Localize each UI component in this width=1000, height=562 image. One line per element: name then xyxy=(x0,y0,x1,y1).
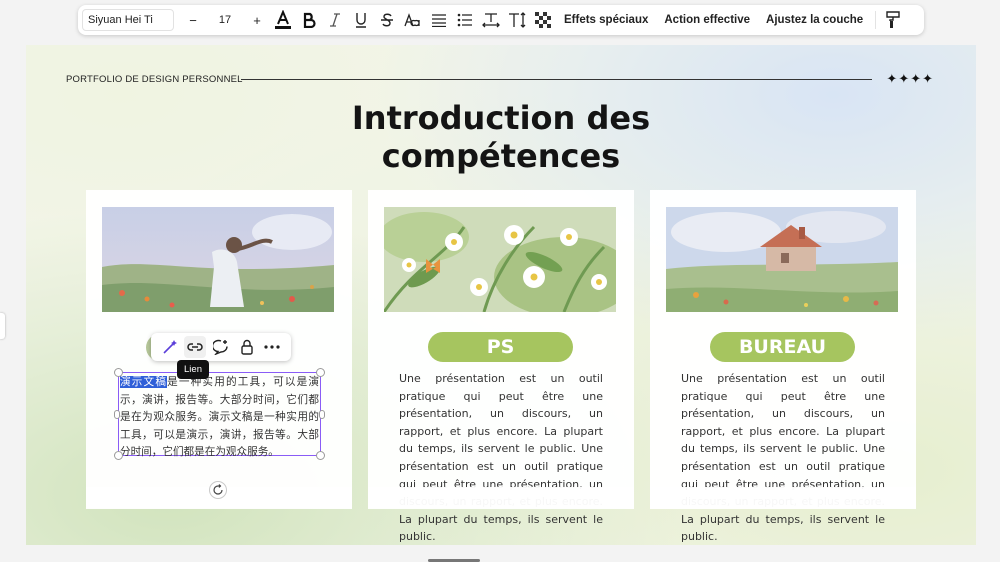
more-options-icon[interactable] xyxy=(261,336,283,358)
resize-handle-top-right[interactable] xyxy=(316,368,325,377)
slide-header: PORTFOLIO DE DESIGN PERSONNEL ✦✦✦✦ xyxy=(66,71,934,87)
italic-icon[interactable] xyxy=(322,8,348,32)
font-size-increase-button[interactable]: + xyxy=(244,8,270,32)
text-format-toolbar: Siyuan Hei Ti − 17 + Effets spéciaux Act… xyxy=(78,5,924,35)
highlighted-text[interactable]: 演示文稿 xyxy=(120,376,168,388)
text-remainder[interactable]: 是一种实用的工具，可以是演示，演讲，报告等。大部分时间，它们都是在为观众服务。演… xyxy=(120,376,319,458)
slide-title[interactable]: Introduction des compétences xyxy=(201,99,801,175)
resize-handle-top-left[interactable] xyxy=(114,368,123,377)
magic-wand-icon[interactable] xyxy=(159,336,181,358)
resize-handle-bottom-left[interactable] xyxy=(114,451,123,460)
transparency-icon[interactable] xyxy=(530,8,556,32)
effective-action-button[interactable]: Action effective xyxy=(656,14,758,26)
letter-spacing-icon[interactable] xyxy=(478,8,504,32)
title-line-1: Introduction des xyxy=(351,99,651,137)
title-line-2: compétences xyxy=(381,137,621,175)
format-painter-icon[interactable] xyxy=(880,8,906,32)
list-icon[interactable] xyxy=(452,8,478,32)
text-color-icon[interactable] xyxy=(270,8,296,32)
change-case-icon[interactable] xyxy=(400,8,426,32)
font-family-select[interactable]: Siyuan Hei Ti xyxy=(82,9,174,31)
lock-icon[interactable] xyxy=(236,336,258,358)
slide-canvas[interactable]: PORTFOLIO DE DESIGN PERSONNEL ✦✦✦✦ Intro… xyxy=(26,45,976,545)
link-icon[interactable] xyxy=(184,336,207,358)
line-spacing-icon[interactable] xyxy=(504,8,530,32)
card-image-cottage[interactable] xyxy=(666,207,898,312)
selected-text-box[interactable]: 演示文稿是一种实用的工具，可以是演示，演讲，报告等。大部分时间，它们都是在为观众… xyxy=(114,368,325,460)
skill-badge-bureau[interactable]: BUREAU xyxy=(710,332,855,362)
text-selection-toolbar xyxy=(151,333,291,361)
add-comment-icon[interactable] xyxy=(210,336,232,358)
card-description[interactable]: Une présentation est un outil pratique q… xyxy=(399,370,603,545)
sparkle-icon: ✦✦✦✦ xyxy=(886,71,934,87)
adjust-layer-button[interactable]: Ajustez la couche xyxy=(758,14,871,26)
font-size-input[interactable]: 17 xyxy=(206,14,244,26)
strikethrough-icon[interactable] xyxy=(374,8,400,32)
card-bottom-edge xyxy=(650,487,916,509)
resize-handle-bottom-right[interactable] xyxy=(316,451,325,460)
font-size-decrease-button[interactable]: − xyxy=(180,8,206,32)
special-effects-button[interactable]: Effets spéciaux xyxy=(556,14,656,26)
resize-handle-right[interactable] xyxy=(319,410,325,419)
card-description-editing[interactable]: 演示文稿是一种实用的工具，可以是演示，演讲，报告等。大部分时间，它们都是在为观众… xyxy=(120,374,319,462)
card-description[interactable]: Une présentation est un outil pratique q… xyxy=(681,370,885,545)
link-tooltip: Lien xyxy=(177,360,209,379)
side-panel-handle[interactable] xyxy=(0,313,5,339)
toolbar-divider xyxy=(875,11,877,29)
underline-icon[interactable] xyxy=(348,8,374,32)
align-icon[interactable] xyxy=(426,8,452,32)
bold-icon[interactable] xyxy=(296,8,322,32)
skill-card-2[interactable]: PS Une présentation est un outil pratiqu… xyxy=(368,190,634,543)
header-label: PORTFOLIO DE DESIGN PERSONNEL xyxy=(66,73,243,85)
card-bottom-edge xyxy=(368,487,634,509)
resize-handle-left[interactable] xyxy=(114,410,120,419)
card-image-girl-in-field[interactable] xyxy=(102,207,334,312)
card-image-daisies[interactable] xyxy=(384,207,616,312)
skill-card-3[interactable]: BUREAU Une présentation est un outil pra… xyxy=(650,190,916,543)
header-divider xyxy=(240,78,873,80)
rotate-icon[interactable] xyxy=(209,481,227,499)
skill-badge-ps[interactable]: PS xyxy=(428,332,573,362)
